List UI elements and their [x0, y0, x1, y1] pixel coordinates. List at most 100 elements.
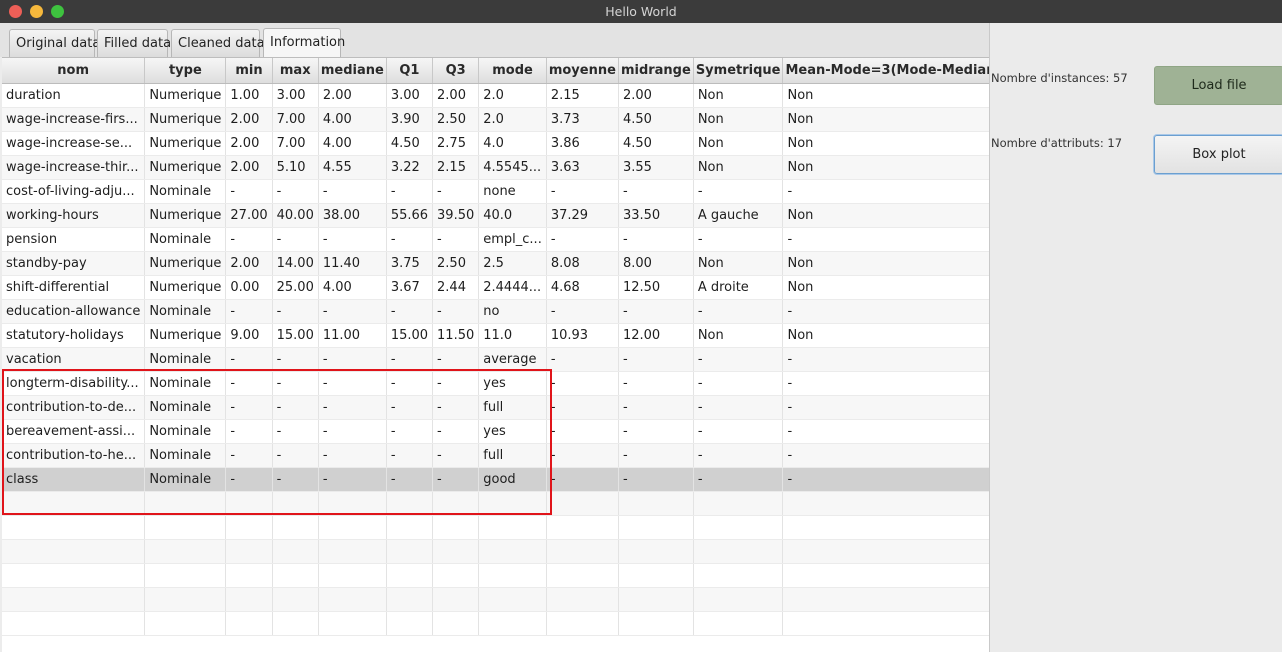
cell-mediane: - [318, 467, 387, 492]
cell-mediane: 4.00 [318, 107, 387, 132]
cell-moyenne: 3.86 [546, 131, 619, 156]
cell-q1: - [386, 371, 434, 396]
table-row[interactable]: wage-increase-se... Numerique 2.00 7.00 4.00… [2, 131, 989, 156]
empty-cell [546, 515, 619, 540]
cell-mediane: - [318, 419, 387, 444]
cell-nom: shift-differential [2, 275, 146, 300]
table-row[interactable]: class Nominale - - - - - good - - - - [2, 467, 989, 492]
empty-cell [618, 515, 694, 540]
column-header-type[interactable]: type [144, 58, 227, 84]
tab-filled-data[interactable]: Filled data [97, 29, 171, 57]
empty-cell [144, 587, 227, 612]
empty-table-row[interactable] [2, 491, 989, 516]
cell-midrange: 8.00 [618, 251, 694, 276]
column-header-midrange[interactable]: midrange [618, 58, 694, 84]
empty-cell [144, 515, 227, 540]
cell-moyenne: 3.73 [546, 107, 619, 132]
column-header-mediane[interactable]: mediane [318, 58, 387, 84]
cell-min: 2.00 [225, 131, 273, 156]
table-row[interactable]: standby-pay Numerique 2.00 14.00 11.40 3.75 2.… [2, 251, 989, 276]
table-row[interactable]: cost-of-living-adju... Nominale - - - - - none -… [2, 179, 989, 204]
cell-q3: - [432, 179, 480, 204]
cell-mediane: 38.00 [318, 203, 387, 228]
empty-table-row[interactable] [2, 563, 989, 588]
cell-midrange: 2.00 [618, 83, 694, 108]
cell-mean-mode-3-mode-median: Non [782, 251, 989, 276]
table-row[interactable]: duration Numerique 1.00 3.00 2.00 3.00 2.00 2.0… [2, 83, 989, 108]
table-row[interactable]: wage-increase-firs... Numerique 2.00 7.00 4.… [2, 107, 989, 132]
column-header-mode[interactable]: mode [478, 58, 547, 84]
cell-max: - [272, 371, 319, 396]
cell-min: - [225, 227, 273, 252]
cell-max: 14.00 [272, 251, 319, 276]
load-file-button[interactable]: Load file [1154, 66, 1282, 105]
cell-q1: 3.00 [386, 83, 434, 108]
column-header-min[interactable]: min [225, 58, 273, 84]
table-row[interactable]: education-allowance Nominale - - - - - no - - - - [2, 299, 989, 324]
table-row[interactable]: bereavement-assi... Nominale - - - - - yes - - - - [2, 419, 989, 444]
cell-mediane: 4.55 [318, 155, 387, 180]
table-row[interactable]: vacation Nominale - - - - - average - - - - [2, 347, 989, 372]
cell-max: - [272, 179, 319, 204]
table-row[interactable]: contribution-to-he... Nominale - - - - - full - -… [2, 443, 989, 468]
cell-type: Nominale [144, 419, 227, 444]
table-row[interactable]: wage-increase-thir... Numerique 2.00 5.10 4.… [2, 155, 989, 180]
cell-mediane: 4.00 [318, 275, 387, 300]
column-header-q3[interactable]: Q3 [432, 58, 480, 84]
tab-original-data[interactable]: Original data [9, 29, 100, 57]
empty-table-row[interactable] [2, 587, 989, 612]
cell-type: Numerique [144, 155, 227, 180]
empty-table-row[interactable] [2, 611, 989, 636]
empty-cell [782, 587, 989, 612]
cell-q3: 2.50 [432, 107, 480, 132]
empty-cell [693, 611, 784, 636]
empty-table-row[interactable] [2, 539, 989, 564]
cell-mode: yes [478, 371, 547, 396]
empty-cell [432, 563, 480, 588]
information-table-container[interactable]: nom type min max mediane Q1 Q3 mode moye… [2, 57, 989, 652]
column-header-nom[interactable]: nom [2, 58, 146, 84]
cell-max: - [272, 227, 319, 252]
column-header-q1[interactable]: Q1 [386, 58, 434, 84]
cell-symetrique: A droite [693, 275, 784, 300]
empty-cell [272, 611, 319, 636]
cell-min: 9.00 [225, 323, 273, 348]
cell-nom: duration [2, 83, 146, 108]
cell-q1: 55.66 [386, 203, 434, 228]
tab-information[interactable]: Information [263, 28, 345, 58]
table-row[interactable]: shift-differential Numerique 0.00 25.00 4.00… [2, 275, 989, 300]
empty-cell [546, 587, 619, 612]
empty-cell [386, 491, 434, 516]
cell-mode: 2.0 [478, 107, 547, 132]
empty-cell [386, 515, 434, 540]
cell-max: 3.00 [272, 83, 319, 108]
table-row[interactable]: contribution-to-de... Nominale - - - - - full - -… [2, 395, 989, 420]
column-header-moyenne[interactable]: moyenne [546, 58, 619, 84]
empty-cell [432, 587, 480, 612]
empty-cell [478, 611, 547, 636]
column-header-symetrique[interactable]: Symetrique [693, 58, 784, 84]
cell-q1: - [386, 299, 434, 324]
table-row[interactable]: pension Nominale - - - - - empl_c... - - - - [2, 227, 989, 252]
cell-min: - [225, 419, 273, 444]
empty-table-row[interactable] [2, 515, 989, 540]
empty-cell [318, 515, 387, 540]
cell-max: - [272, 299, 319, 324]
cell-midrange: 12.50 [618, 275, 694, 300]
table-row[interactable]: longterm-disability... Nominale - - - - - yes - -… [2, 371, 989, 396]
empty-cell [2, 563, 146, 588]
table-row[interactable]: working-hours Numerique 27.00 40.00 38.00 55.… [2, 203, 989, 228]
cell-type: Nominale [144, 371, 227, 396]
cell-min: - [225, 371, 273, 396]
box-plot-button[interactable]: Box plot [1154, 135, 1282, 174]
empty-cell [546, 563, 619, 588]
cell-mode: full [478, 443, 547, 468]
cell-symetrique: - [693, 395, 784, 420]
tab-cleaned-data[interactable]: Cleaned data [171, 29, 265, 57]
cell-q1: - [386, 443, 434, 468]
column-header-mean-mode[interactable]: Mean-Mode=3(Mode-Median) [782, 58, 989, 84]
cell-max: 7.00 [272, 131, 319, 156]
column-header-max[interactable]: max [272, 58, 319, 84]
empty-cell [478, 515, 547, 540]
table-row[interactable]: statutory-holidays Numerique 9.00 15.00 11.0… [2, 323, 989, 348]
